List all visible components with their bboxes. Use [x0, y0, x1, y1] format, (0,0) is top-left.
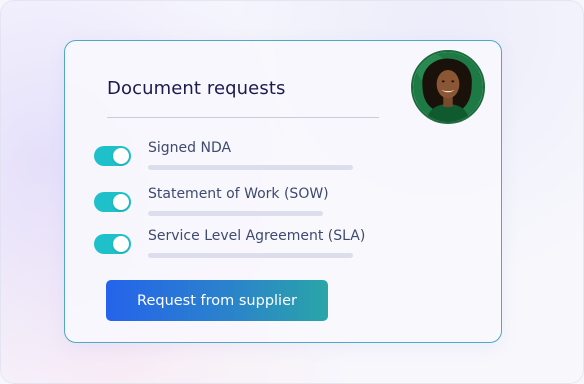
request-label-nda: Signed NDA [148, 140, 232, 156]
request-label-sla: Service Level Agreement (SLA) [148, 228, 366, 244]
card-title: Document requests [107, 78, 286, 99]
sla-toggle[interactable] [94, 234, 131, 254]
sow-toggle[interactable] [94, 192, 131, 212]
request-item-nda: Signed NDA [94, 140, 394, 186]
nda-toggle[interactable] [94, 146, 131, 166]
user-avatar [411, 50, 485, 124]
person-avatar-icon [413, 52, 483, 122]
request-from-supplier-button[interactable]: Request from supplier [106, 280, 328, 321]
request-bar-nda [148, 165, 353, 170]
request-label-sow: Statement of Work (SOW) [148, 186, 329, 202]
toggle-knob [113, 148, 129, 164]
request-bar-sla [148, 253, 353, 258]
toggle-knob [113, 194, 129, 210]
request-item-sow: Statement of Work (SOW) [94, 186, 394, 232]
request-bar-sow [148, 211, 323, 216]
toggle-knob [113, 236, 129, 252]
request-item-sla: Service Level Agreement (SLA) [94, 228, 394, 274]
title-divider [107, 117, 379, 118]
document-requests-card: Document requests Signed NDA Statement o… [64, 40, 502, 343]
